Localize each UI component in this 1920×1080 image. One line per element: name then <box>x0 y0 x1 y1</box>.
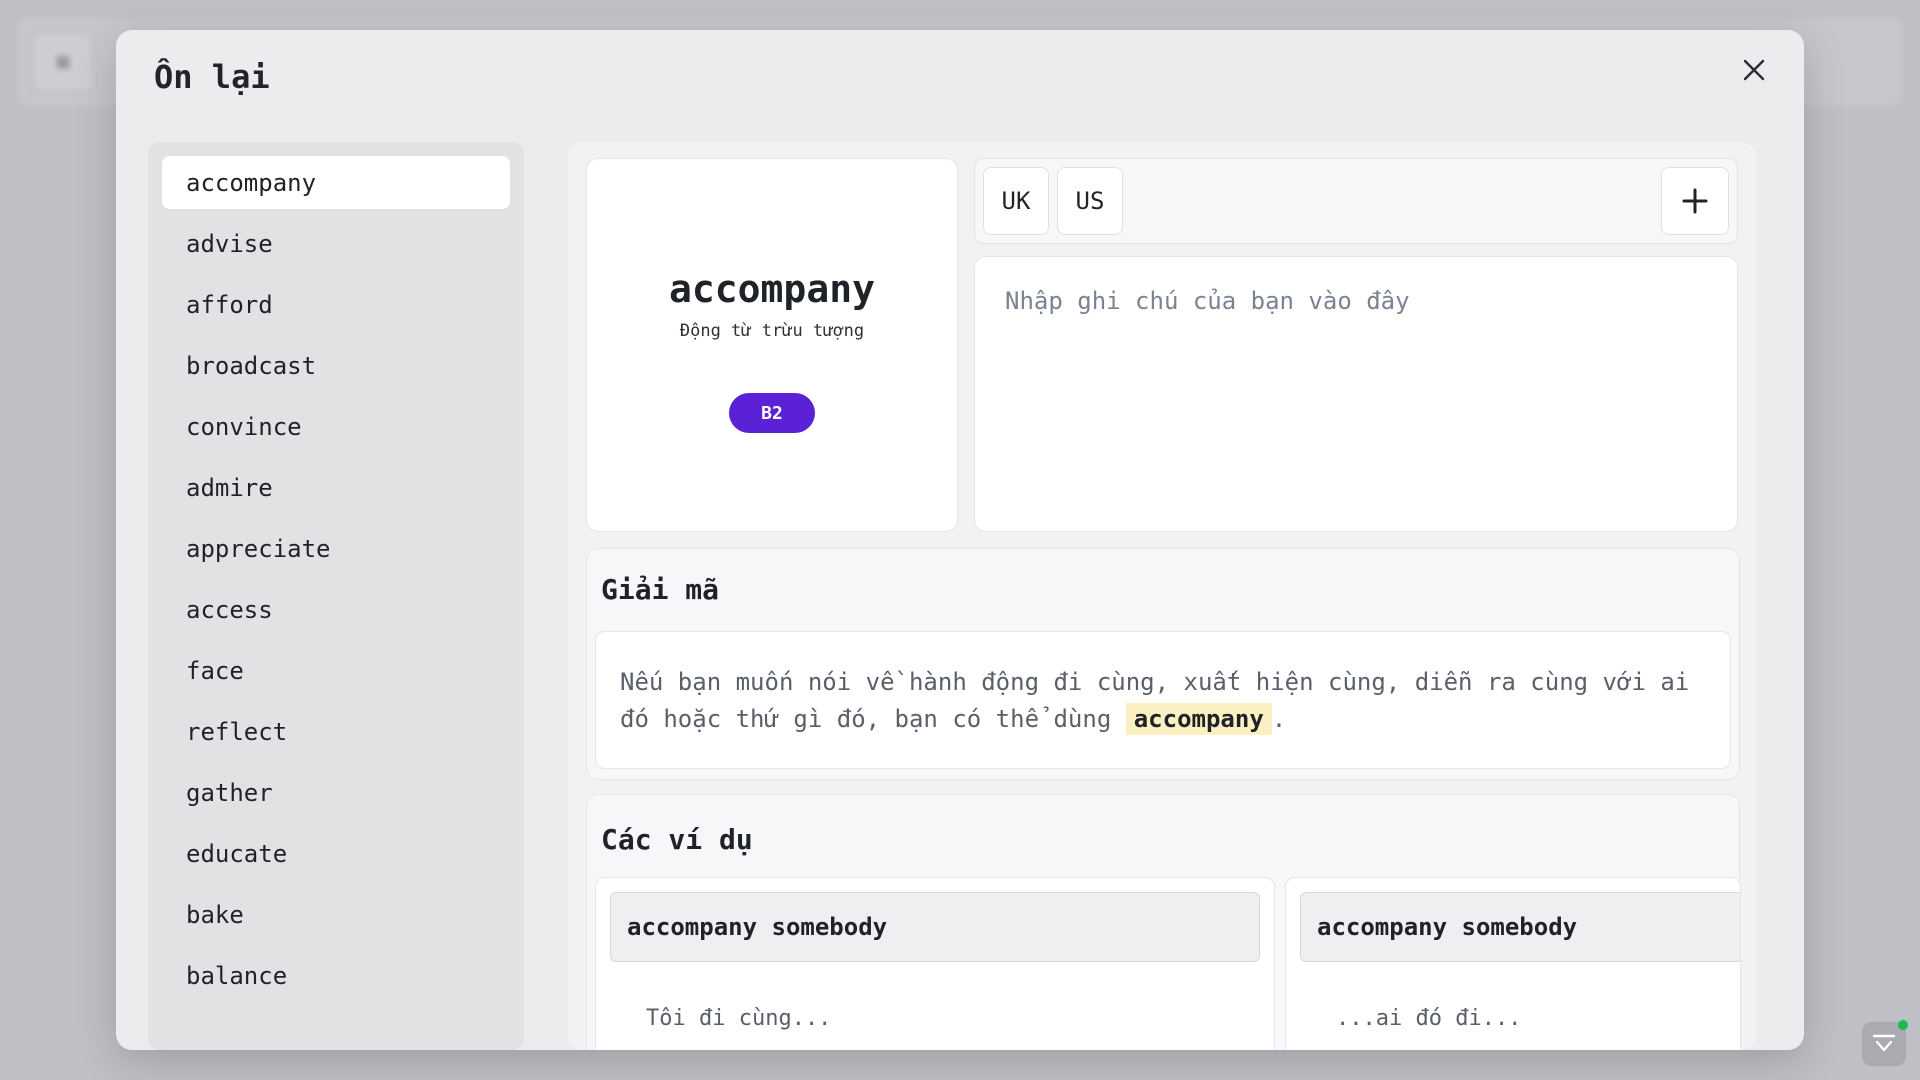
word-list-item[interactable]: bake <box>162 888 510 941</box>
word-list-item[interactable]: accompany <box>162 156 510 209</box>
example-sentence: ...ai đó đi... <box>1336 1006 1522 1031</box>
headword: accompany <box>669 267 875 311</box>
word-list-item[interactable]: admire <box>162 461 510 514</box>
example-card: accompany somebody Tôi đi cùng... <box>595 877 1275 1050</box>
word-card: accompany Động từ trừu tượng B2 <box>586 158 958 532</box>
example-sentence: Tôi đi cùng... <box>646 1006 832 1031</box>
word-list-item[interactable]: convince <box>162 400 510 453</box>
note-box <box>974 256 1738 532</box>
pronunciation-bar: UK US <box>974 158 1738 244</box>
word-list-item[interactable]: gather <box>162 766 510 819</box>
word-list-item[interactable]: balance <box>162 949 510 1002</box>
us-pronunciation-button[interactable]: US <box>1057 167 1123 235</box>
decode-text: Nếu bạn muốn nói về hành động đi cùng, x… <box>595 631 1731 769</box>
close-icon <box>1743 59 1765 81</box>
chat-widget-button[interactable] <box>1862 1020 1908 1066</box>
modal-title: Ôn lại <box>154 58 270 96</box>
part-of-speech: Động từ trừu tượng <box>679 321 865 341</box>
examples-title: Các ví dụ <box>601 823 753 856</box>
word-list-item[interactable]: face <box>162 644 510 697</box>
add-button[interactable] <box>1661 167 1729 235</box>
example-pattern: accompany somebody <box>610 892 1260 962</box>
uk-pronunciation-button[interactable]: UK <box>983 167 1049 235</box>
word-list-item[interactable]: afford <box>162 278 510 331</box>
review-modal: Ôn lại accompany advise afford broadcast… <box>116 30 1804 1050</box>
word-list-item[interactable]: access <box>162 583 510 636</box>
word-list-item[interactable]: broadcast <box>162 339 510 392</box>
plus-icon <box>1682 188 1708 214</box>
decode-highlight: accompany <box>1125 703 1272 735</box>
decode-section: Giải mã Nếu bạn muốn nói về hành động đi… <box>586 548 1740 780</box>
examples-section: Các ví dụ accompany somebody Tôi đi cùng… <box>586 794 1741 1050</box>
word-list-item[interactable]: reflect <box>162 705 510 758</box>
chat-widget-icon <box>1872 1034 1896 1052</box>
example-card: accompany somebody ...ai đó đi... <box>1285 877 1741 1050</box>
word-list-item[interactable]: educate <box>162 827 510 880</box>
word-list-item[interactable]: appreciate <box>162 522 510 575</box>
note-input[interactable] <box>975 257 1737 531</box>
word-list-item[interactable]: advise <box>162 217 510 270</box>
close-button[interactable] <box>1732 48 1776 92</box>
decode-text-after: . <box>1271 705 1287 733</box>
level-badge: B2 <box>729 393 815 433</box>
decode-title: Giải mã <box>601 573 720 606</box>
example-pattern: accompany somebody <box>1300 892 1740 962</box>
word-list: accompany advise afford broadcast convin… <box>148 142 524 1050</box>
word-detail-panel: accompany Động từ trừu tượng B2 UK US Gi… <box>568 142 1756 1050</box>
online-status-dot <box>1898 1020 1908 1030</box>
